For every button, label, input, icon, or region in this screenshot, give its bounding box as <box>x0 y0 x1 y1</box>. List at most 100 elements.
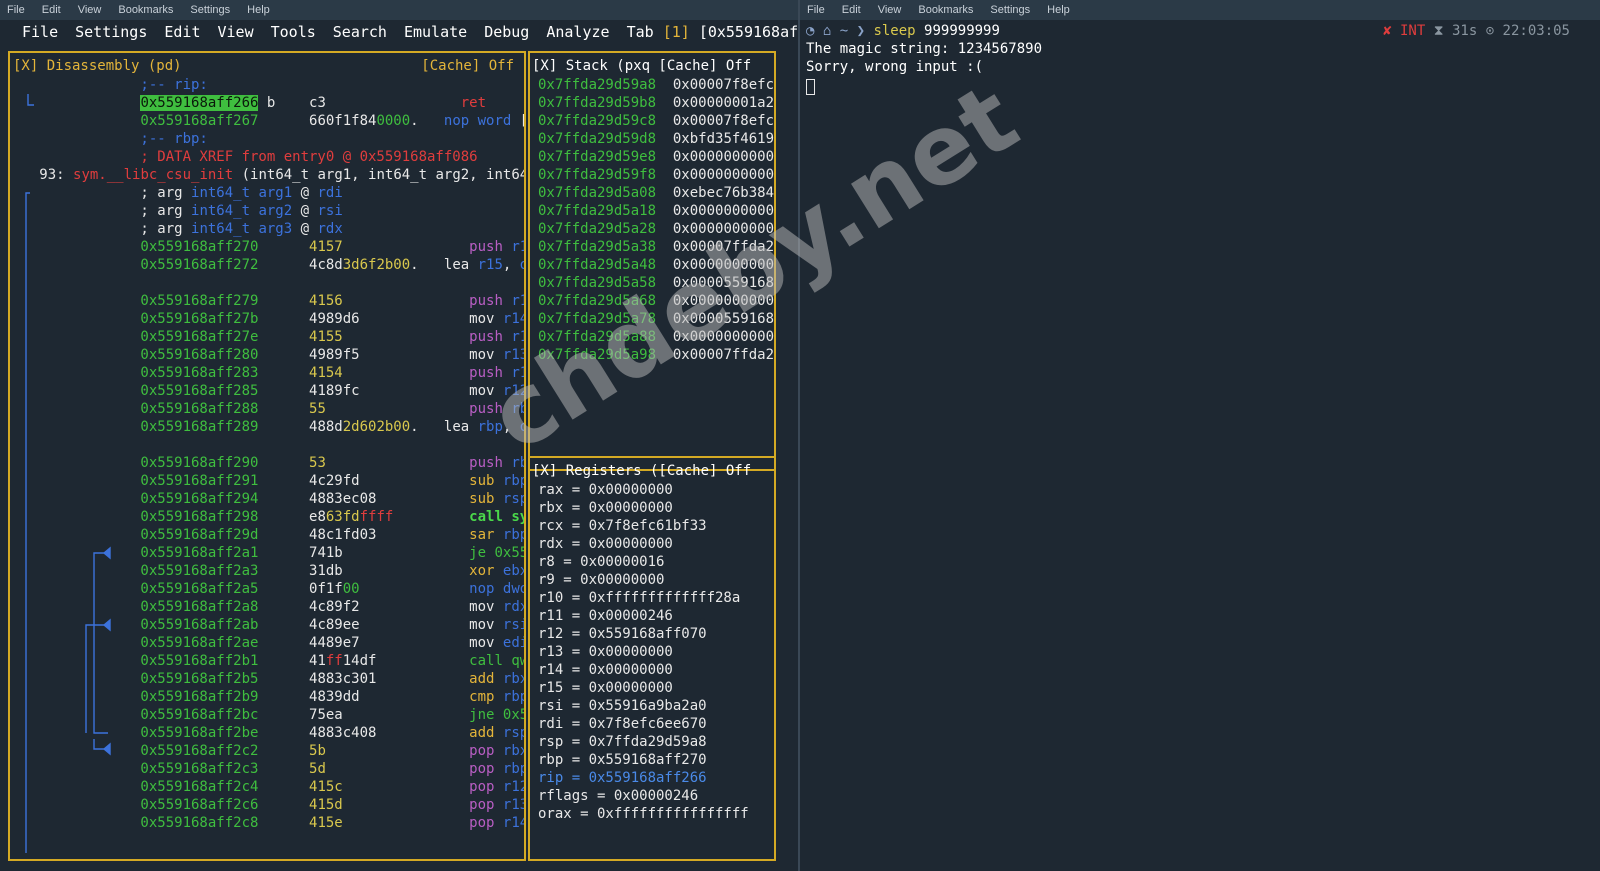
disasm-line[interactable]: 0x559168aff270 4157 push r15 <box>14 238 524 256</box>
stack-title[interactable]: [X] Stack (pxq [Cache] Off <box>532 58 751 74</box>
disasm-line[interactable]: 0x559168aff2ab 4c89ee mov rsi, r13 <box>14 616 524 634</box>
disasm-line[interactable]: 0x559168aff2bc 75ea jne 0x559168a <box>14 706 524 724</box>
register-row[interactable]: r14 = 0x00000000 <box>538 661 673 679</box>
disasm-line[interactable]: 0x559168aff29d 48c1fd03 sar rbp, 3 <box>14 526 524 544</box>
menu-help[interactable]: Help <box>1047 4 1070 16</box>
disasm-line[interactable]: ; arg int64_t arg1 @ rdi <box>14 184 342 202</box>
disasm-line[interactable]: 93: sym.__libc_csu_init (int64_t arg1, i… <box>14 166 524 184</box>
disasm-line[interactable]: 0x559168aff2b9 4839dd cmp rbp, rbx <box>14 688 524 706</box>
register-row[interactable]: orax = 0xffffffffffffffff <box>538 805 749 823</box>
stack-row[interactable]: 0x7ffda29d5a18 0x0000000000 <box>538 202 774 220</box>
r2-menu-edit[interactable]: Edit <box>164 23 200 45</box>
disasm-line[interactable]: 0x559168aff285 4189fc mov r12d, edi <box>14 382 524 400</box>
register-row[interactable]: r8 = 0x00000016 <box>538 553 664 571</box>
registers-panel[interactable]: [X] Registers ([Cache] Off rax = 0x00000… <box>528 456 776 861</box>
menu-file[interactable]: File <box>7 4 25 16</box>
register-row[interactable]: r10 = 0xfffffffffffff28a <box>538 589 740 607</box>
stack-row[interactable]: 0x7ffda29d5a58 0x0000559168 <box>538 274 774 292</box>
disasm-line[interactable]: 0x559168aff279 4156 push r14 <box>14 292 524 310</box>
disasm-line[interactable]: ;-- rip: <box>14 76 207 94</box>
stack-row[interactable]: 0x7ffda29d5a28 0x0000000000 <box>538 220 774 238</box>
menu-settings[interactable]: Settings <box>190 4 230 16</box>
register-row[interactable]: rflags = 0x00000246 <box>538 787 698 805</box>
disasm-line[interactable]: 0x559168aff2b5 4883c301 add rbx, 1 <box>14 670 524 688</box>
stack-row[interactable]: 0x7ffda29d5a98 0x00007ffda2 <box>538 346 774 364</box>
disasm-line[interactable]: 0x559168aff2ae 4489e7 mov edi, r12d <box>14 634 524 652</box>
r2-menu-search[interactable]: Search <box>333 23 387 45</box>
disassembly-cache-status[interactable]: [Cache] Off <box>421 58 514 74</box>
menu-view[interactable]: View <box>78 4 102 16</box>
r2-menu-settings[interactable]: Settings <box>75 23 147 45</box>
disasm-line[interactable]: 0x559168aff294 4883ec08 sub rsp, 8 <box>14 490 524 508</box>
register-row[interactable]: rdi = 0x7f8efc6ee670 <box>538 715 707 733</box>
stack-row[interactable]: 0x7ffda29d59d8 0xbfd35f4619 <box>538 130 774 148</box>
disasm-line[interactable]: 0x559168aff267 660f1f840000. nop word [r… <box>14 112 524 130</box>
disasm-line[interactable]: ; arg int64_t arg2 @ rsi <box>14 202 342 220</box>
stack-row[interactable]: 0x7ffda29d59a8 0x00007f8efc <box>538 76 774 94</box>
disasm-line[interactable]: 0x559168aff280 4989f5 mov r13, rsi <box>14 346 524 364</box>
disasm-line[interactable]: ; arg int64_t arg3 @ rdx <box>14 220 342 238</box>
stack-panel[interactable]: [X] Stack (pxq [Cache] Off 0x7ffda29d59a… <box>528 51 776 471</box>
menu-edit[interactable]: Edit <box>842 4 861 16</box>
disasm-line[interactable]: 0x559168aff27b 4989d6 mov r14, rdx <box>14 310 524 328</box>
register-row[interactable]: rip = 0x559168aff266 <box>538 769 707 787</box>
left-terminal[interactable]: File Settings Edit View Tools Search Emu… <box>0 20 798 871</box>
menu-help[interactable]: Help <box>247 4 270 16</box>
disasm-line[interactable]: 0x559168aff2c2 5b pop rbx <box>14 742 524 760</box>
disasm-line[interactable]: 0x559168aff290 53 push rbx <box>14 454 524 472</box>
menu-edit[interactable]: Edit <box>42 4 61 16</box>
disasm-line[interactable]: 0x559168aff266 b c3 ret <box>14 94 486 112</box>
menu-view[interactable]: View <box>878 4 902 16</box>
stack-row[interactable]: 0x7ffda29d59e8 0x0000000000 <box>538 148 774 166</box>
menu-settings[interactable]: Settings <box>990 4 1030 16</box>
stack-row[interactable]: 0x7ffda29d5a48 0x0000000000 <box>538 256 774 274</box>
r2-menu-file[interactable]: File <box>22 23 58 45</box>
right-terminal[interactable]: ◔ ⌂ ~ ❯ sleep 999999999 ✘ INT ⧗ 31s ⊙ 22… <box>800 20 1600 871</box>
disasm-line[interactable]: 0x559168aff27e 4155 push r13 <box>14 328 524 346</box>
stack-row[interactable]: 0x7ffda29d5a08 0xebec76b384 <box>538 184 774 202</box>
r2-menu-debug[interactable]: Debug <box>484 23 529 45</box>
menu-bookmarks[interactable]: Bookmarks <box>918 4 973 16</box>
register-row[interactable]: r13 = 0x00000000 <box>538 643 673 661</box>
register-row[interactable]: r11 = 0x00000246 <box>538 607 673 625</box>
register-row[interactable]: rdx = 0x00000000 <box>538 535 673 553</box>
disasm-line[interactable]: 0x559168aff289 488d2d602b00. lea rbp, ob… <box>14 418 524 436</box>
stack-row[interactable]: 0x7ffda29d59c8 0x00007f8efc <box>538 112 774 130</box>
register-row[interactable]: rsp = 0x7ffda29d59a8 <box>538 733 707 751</box>
r2-menu-view[interactable]: View <box>218 23 254 45</box>
register-row[interactable]: r9 = 0x00000000 <box>538 571 664 589</box>
register-row[interactable]: r15 = 0x00000000 <box>538 679 673 697</box>
disasm-line[interactable]: 0x559168aff2b1 41ff14df call qword [r <box>14 652 524 670</box>
r2-menu-analyze[interactable]: Analyze <box>546 23 609 45</box>
register-row[interactable]: rbp = 0x559168aff270 <box>538 751 707 769</box>
disasm-line[interactable]: 0x559168aff2be 4883c408 add rsp, 8 <box>14 724 524 742</box>
register-row[interactable]: rbx = 0x00000000 <box>538 499 673 517</box>
stack-row[interactable]: 0x7ffda29d5a78 0x0000559168 <box>538 310 774 328</box>
disasm-line[interactable]: 0x559168aff298 e863fdffff call sym._ini <box>14 508 524 526</box>
stack-row[interactable]: 0x7ffda29d59b8 0x00000001a2 <box>538 94 774 112</box>
disasm-line[interactable]: 0x559168aff2a3 31db xor ebx, ebx <box>14 562 524 580</box>
r2-menu-emulate[interactable]: Emulate <box>404 23 467 45</box>
register-row[interactable]: rcx = 0x7f8efc61bf33 <box>538 517 707 535</box>
disasm-line[interactable]: 0x559168aff272 4c8d3d6f2b00. lea r15, ob… <box>14 256 524 274</box>
disasm-line[interactable]: 0x559168aff2a1 741b je 0x559168af <box>14 544 524 562</box>
disasm-line[interactable]: 0x559168aff283 4154 push r12 <box>14 364 524 382</box>
disasm-line[interactable]: 0x559168aff2c6 415d pop r13 <box>14 796 524 814</box>
disasm-line[interactable]: 0x559168aff2a5 0f1f00 nop dword [ra <box>14 580 524 598</box>
disasm-line[interactable]: 0x559168aff2c3 5d pop rbp <box>14 760 524 778</box>
disasm-line[interactable]: 0x559168aff291 4c29fd sub rbp, r15 <box>14 472 524 490</box>
register-row[interactable]: rsi = 0x55916a9ba2a0 <box>538 697 707 715</box>
disasm-line[interactable]: ; DATA XREF from entry0 @ 0x559168aff086 <box>14 148 477 166</box>
disasm-line[interactable]: ;-- rbp: <box>14 130 207 148</box>
disasm-line[interactable]: 0x559168aff2a8 4c89f2 mov rdx, r14 <box>14 598 524 616</box>
disasm-line[interactable]: 0x559168aff2c4 415c pop r12 <box>14 778 524 796</box>
r2-menu-tools[interactable]: Tools <box>271 23 316 45</box>
disasm-line[interactable]: 0x559168aff2c8 415e pop r14 <box>14 814 524 832</box>
stack-row[interactable]: 0x7ffda29d5a38 0x00007ffda2 <box>538 238 774 256</box>
register-row[interactable]: rax = 0x00000000 <box>538 481 673 499</box>
disassembly-title[interactable]: [X] Disassembly (pd) <box>13 58 182 74</box>
disassembly-panel[interactable]: [X] Disassembly (pd) [Cache] Off ;-- rip… <box>8 51 526 861</box>
stack-row[interactable]: 0x7ffda29d5a88 0x0000000000 <box>538 328 774 346</box>
r2-tab-label[interactable]: Tab <box>627 23 654 45</box>
menu-bookmarks[interactable]: Bookmarks <box>118 4 173 16</box>
